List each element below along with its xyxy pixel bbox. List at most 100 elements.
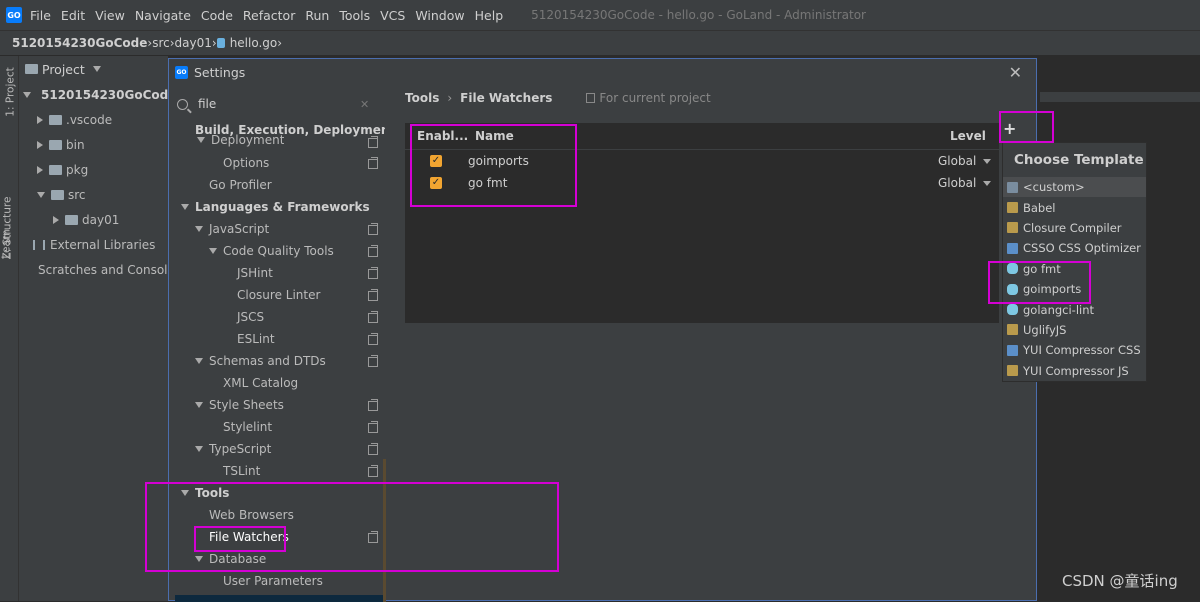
tree-user-parameters[interactable]: User Parameters [223, 570, 323, 592]
expand-icon [197, 137, 205, 143]
popup-title: Choose Template [1014, 152, 1144, 168]
template-item-uglifyjs[interactable]: UglifyJS [1003, 320, 1146, 340]
js-template-icon [1007, 222, 1018, 234]
tree-eslint[interactable]: ESLint [237, 328, 275, 350]
template-item-babel[interactable]: Babel [1003, 197, 1146, 217]
project-scope-icon [368, 355, 378, 367]
tree-tslint[interactable]: TSLint [223, 460, 260, 482]
css-template-icon [1007, 242, 1018, 254]
project-item[interactable]: .vscode [19, 107, 168, 132]
scope-label: For current project [586, 91, 711, 105]
column-level[interactable]: Level [950, 129, 986, 143]
tree-options[interactable]: Options [223, 152, 269, 174]
tree-jshint[interactable]: JSHint [237, 262, 273, 284]
goland-logo-icon: GO [175, 65, 188, 79]
menu-navigate[interactable]: Navigate [135, 8, 191, 23]
template-item-closure-compiler[interactable]: Closure Compiler [1003, 218, 1146, 238]
chevron-down-icon[interactable] [983, 159, 991, 164]
crumb-src[interactable]: src [152, 36, 170, 50]
expand-icon [195, 402, 203, 408]
dialog-title-bar: GO Settings ✕ [169, 59, 1036, 85]
chevron-right-icon: › [277, 36, 283, 50]
tab-project[interactable]: 1: Project [5, 67, 17, 116]
editor-tab-strip [1040, 92, 1200, 102]
tree-jscs[interactable]: JSCS [237, 306, 264, 328]
annotation-box-watchers [410, 124, 577, 207]
close-icon[interactable]: ✕ [1009, 63, 1022, 82]
chevron-down-icon[interactable] [983, 181, 991, 186]
custom-template-icon [1007, 181, 1018, 193]
project-item[interactable]: bin [19, 132, 168, 157]
expand-icon [37, 191, 45, 198]
tree-code-quality-tools[interactable]: Code Quality Tools [209, 240, 334, 262]
project-panel-header[interactable]: Project [19, 56, 168, 82]
crumb-hello-go[interactable]: hello.go [216, 36, 277, 50]
crumb-project[interactable]: 5120154230GoCode [12, 36, 147, 50]
collapse-icon [37, 165, 43, 174]
project-scope-icon [368, 465, 378, 477]
folder-icon [49, 164, 62, 175]
tree-style-sheets[interactable]: Style Sheets [195, 394, 284, 416]
chevron-right-icon: › [447, 91, 453, 105]
menu-view[interactable]: View [95, 8, 125, 23]
menu-run[interactable]: Run [305, 8, 329, 23]
folder-icon [49, 114, 62, 125]
crumb-day01[interactable]: day01 [175, 36, 212, 50]
project-item[interactable]: src [19, 182, 168, 207]
collapse-icon [37, 140, 43, 149]
tree-closure-linter[interactable]: Closure Linter [237, 284, 320, 306]
project-item[interactable]: pkg [19, 157, 168, 182]
go-file-icon [216, 38, 225, 48]
menu-vcs[interactable]: VCS [380, 8, 405, 23]
menu-file[interactable]: File [30, 8, 51, 23]
menu-edit[interactable]: Edit [61, 8, 85, 23]
menu-help[interactable]: Help [475, 8, 504, 23]
css-template-icon [1007, 344, 1018, 356]
annotation-box-go-templates [988, 261, 1091, 304]
tree-typescript[interactable]: TypeScript [195, 438, 271, 460]
tree-schemas-dtds[interactable]: Schemas and DTDs [195, 350, 326, 372]
folder-icon [49, 139, 62, 150]
watcher-level[interactable]: Global [938, 176, 976, 190]
expand-icon [181, 204, 189, 210]
project-scope-icon [368, 399, 378, 411]
js-template-icon [1007, 324, 1018, 336]
expand-icon [195, 358, 203, 364]
project-scope-icon [368, 136, 378, 148]
project-item[interactable]: day01 [19, 207, 168, 232]
clear-search-icon[interactable]: ✕ [360, 98, 369, 111]
template-item-yui-js[interactable]: YUI Compressor JS [1003, 361, 1146, 381]
tree-stylelint[interactable]: Stylelint [223, 416, 272, 438]
project-item[interactable]: External Libraries [19, 232, 168, 257]
template-item-csso[interactable]: CSSO CSS Optimizer [1003, 238, 1146, 258]
js-template-icon [1007, 202, 1018, 214]
menu-code[interactable]: Code [201, 8, 233, 23]
template-item-custom[interactable]: <custom> [1003, 177, 1146, 198]
js-template-icon [1007, 365, 1018, 377]
left-tool-tabs: 1: Project Z: Structure Learn [0, 56, 19, 601]
settings-breadcrumb: Tools › File Watchers For current projec… [405, 91, 711, 105]
folder-icon [51, 189, 64, 200]
menu-tools[interactable]: Tools [339, 8, 370, 23]
tree-go-profiler[interactable]: Go Profiler [209, 174, 272, 196]
navigation-bar: 5120154230GoCode › src › day01 › hello.g… [0, 30, 1200, 56]
go-gopher-icon [1007, 304, 1018, 316]
collapse-icon [37, 115, 43, 124]
project-scope-icon [368, 289, 378, 301]
project-scope-icon [368, 245, 378, 257]
collapse-icon [53, 215, 59, 224]
menu-window[interactable]: Window [415, 8, 464, 23]
menu-refactor[interactable]: Refactor [243, 8, 295, 23]
settings-search-input[interactable] [196, 96, 360, 112]
tree-javascript[interactable]: JavaScript [195, 218, 269, 240]
project-root[interactable]: 5120154230GoCode E [19, 82, 189, 107]
watermark: CSDN @童话ing [1062, 572, 1178, 590]
tree-languages-frameworks[interactable]: Languages & Frameworks [181, 196, 370, 218]
watcher-level[interactable]: Global [938, 154, 976, 168]
tree-xml-catalog[interactable]: XML Catalog [223, 372, 298, 394]
tab-learn[interactable]: Learn [1, 229, 13, 258]
template-item-yui-css[interactable]: YUI Compressor CSS [1003, 340, 1146, 360]
chevron-down-icon [92, 66, 101, 72]
project-item[interactable]: Scratches and Console [19, 257, 175, 282]
tree-deployment[interactable]: Deployment [197, 133, 284, 147]
